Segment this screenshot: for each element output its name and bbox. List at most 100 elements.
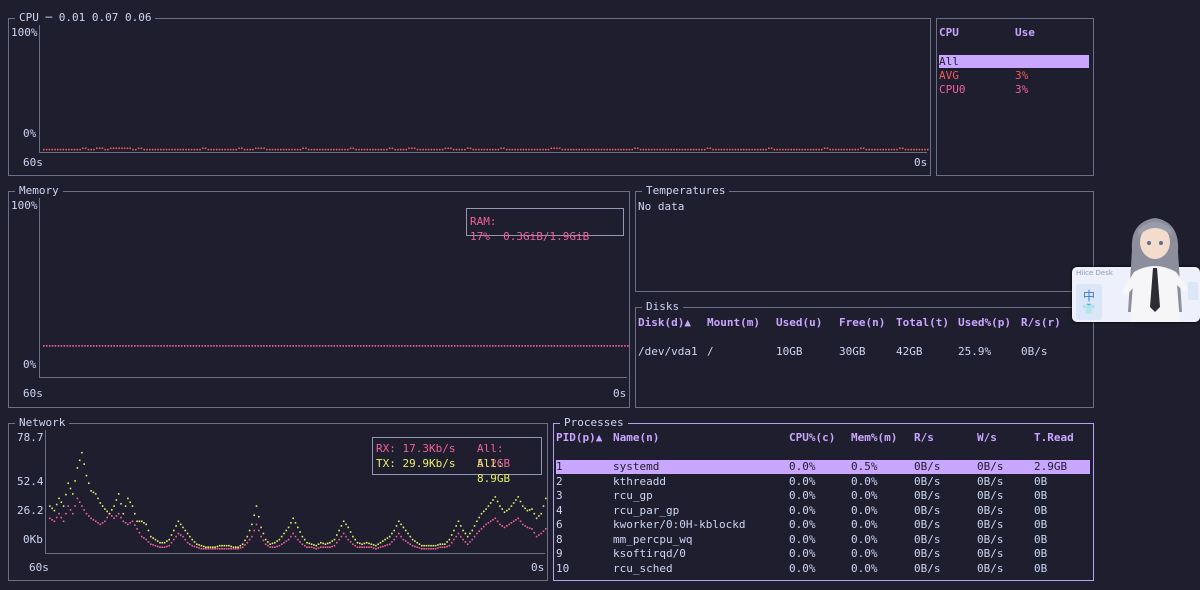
tx-point <box>545 497 547 500</box>
ime-glyph: 中 <box>1082 289 1095 303</box>
tx-point <box>313 544 315 546</box>
cpu-point <box>464 148 466 151</box>
cpu-point <box>712 148 714 151</box>
rx-point <box>104 520 106 523</box>
rx-point <box>365 546 368 548</box>
processes-header-col-4[interactable]: R/s <box>914 431 934 445</box>
rx-point <box>340 535 343 538</box>
cpu-point <box>193 148 196 151</box>
process-cell-mem: 0.5% <box>851 460 878 473</box>
cpu-point <box>567 148 569 151</box>
processes-header-col-0[interactable]: PID(p)▲ <box>556 431 602 445</box>
cpu-point <box>921 148 923 151</box>
cpu-panel[interactable]: CPU ─ 0.01 0.07 0.06 100% 0% 60s 0s <box>8 11 931 176</box>
disks-panel[interactable]: Disks Disk(d)▲ Mount(m) Used(u) Free(n) … <box>635 300 1094 408</box>
disks-header-free[interactable]: Free(n) <box>839 316 885 330</box>
desktop-mascot-widget[interactable]: Hiice Desk 中 👕 <box>1072 212 1200 322</box>
cpu-row-avg-name[interactable]: AVG <box>939 69 959 83</box>
process-row[interactable]: 9 ksoftirqd/0 0.0% 0.0% 0B/s 0B/s 0B <box>556 547 1090 561</box>
tx-point <box>182 526 184 529</box>
process-row[interactable]: 2 kthreadd 0.0% 0.0% 0B/s 0B/s 0B <box>556 475 1090 489</box>
disks-header-usedpct[interactable]: Used%(p) <box>958 316 1011 330</box>
ram-point <box>292 345 294 347</box>
processes-header-col-1[interactable]: Name(n) <box>613 431 659 445</box>
disks-header-mount[interactable]: Mount(m) <box>707 316 760 330</box>
cpu-point <box>316 148 318 151</box>
cpu-point <box>821 148 823 151</box>
tx-point <box>228 544 230 547</box>
rx-point <box>228 548 230 550</box>
rx-point <box>166 545 168 548</box>
tx-point <box>347 526 350 529</box>
tx-point <box>464 532 467 535</box>
tx-point <box>225 544 228 547</box>
tx-point <box>407 532 409 535</box>
tx-point <box>533 512 536 515</box>
disks-header-used[interactable]: Used(u) <box>776 316 822 330</box>
tx-point <box>501 508 503 510</box>
tx-point <box>177 520 180 523</box>
rx-point <box>372 547 375 549</box>
tx-point <box>508 508 510 510</box>
cpu-row-cpu0-name[interactable]: CPU0 <box>939 83 966 97</box>
memory-x-left: 60s <box>23 387 43 400</box>
temperatures-panel[interactable]: Temperatures No data <box>635 184 1094 292</box>
process-row[interactable]: 3 rcu_gp 0.0% 0.0% 0B/s 0B/s 0B <box>556 489 1090 503</box>
rx-point <box>154 544 157 547</box>
process-cell-ws: 0B/s <box>977 561 1004 575</box>
cpu-point <box>174 148 176 151</box>
disks-header-total[interactable]: Total(t) <box>896 316 949 330</box>
process-row[interactable]: 1 systemd 0.0% 0.5% 0B/s 0B/s 2.9GB <box>556 460 1090 474</box>
process-row[interactable]: 10 rcu_sched 0.0% 0.0% 0B/s 0B/s 0B <box>556 562 1090 576</box>
rx-point <box>163 546 166 548</box>
process-cell-rs: 0B/s <box>914 547 941 560</box>
tx-point <box>97 497 99 500</box>
ime-chinese-button[interactable]: 中 👕 <box>1076 284 1102 320</box>
rx-point <box>124 522 127 524</box>
process-cell-pid: 4 <box>556 503 563 517</box>
memory-panel[interactable]: Memory 100% 0% 60s 0s RAM: 17% 0.3GiB/1.… <box>8 184 630 408</box>
ram-point <box>594 345 597 347</box>
cpu-point <box>737 148 739 151</box>
disk-row-device[interactable]: /dev/vda1 <box>638 345 698 359</box>
ram-point <box>263 345 265 347</box>
tx-point <box>460 525 462 527</box>
cpu-point <box>436 148 438 151</box>
ram-point <box>562 345 564 347</box>
processes-title: Processes <box>560 416 628 430</box>
process-cell-mem: 0.0% <box>851 518 878 531</box>
process-row[interactable]: 8 mm_percpu_wq 0.0% 0.0% 0B/s 0B/s 0B <box>556 533 1090 547</box>
tx-point <box>542 505 545 507</box>
ram-point <box>207 345 209 347</box>
cpu-table-panel[interactable]: CPU Use All AVG 3% CPU0 3% <box>936 18 1094 176</box>
rx-point <box>515 519 517 521</box>
processes-header-col-3[interactable]: Mem%(m) <box>851 431 897 445</box>
processes-header-col-2[interactable]: CPU%(c) <box>789 431 835 445</box>
tx-point <box>489 502 492 504</box>
ram-point <box>512 345 515 347</box>
cpu-point <box>427 148 430 151</box>
disks-header-disk[interactable]: Disk(d)▲ <box>638 316 691 330</box>
rx-point <box>78 501 81 503</box>
disks-header-rs[interactable]: R/s(r) <box>1021 316 1061 330</box>
ram-point <box>269 345 271 347</box>
cpu-point <box>458 148 461 151</box>
process-row[interactable]: 4 rcu_par_gp 0.0% 0.0% 0B/s 0B/s 0B <box>556 504 1090 518</box>
ram-point <box>550 345 553 347</box>
tx-point <box>239 544 242 547</box>
cpu-table-header-use[interactable]: Use <box>1015 26 1035 40</box>
processes-panel[interactable]: Processes PID(p)▲ Name(n) CPU%(c) Mem%(m) R/… <box>553 416 1094 581</box>
tx-point <box>51 507 53 510</box>
process-cell-mem: 0.0% <box>851 561 878 575</box>
processes-header-col-5[interactable]: W/s <box>977 431 997 445</box>
cpu-table-header-cpu[interactable]: CPU <box>939 26 959 40</box>
network-panel[interactable]: Network 78.7 52.4 26.2 0Kb 60s 0s RX: 17… <box>8 416 548 581</box>
processes-header-col-6[interactable]: T.Read <box>1034 431 1074 445</box>
tx-point <box>170 534 173 536</box>
cpu-point <box>101 147 104 150</box>
cpu-point <box>352 147 355 150</box>
cpu-row-all[interactable]: All <box>939 55 1089 68</box>
process-cell-tread: 0B <box>1034 561 1048 575</box>
cpu-point <box>851 148 854 151</box>
process-row[interactable]: 6 kworker/0:0H-kblockd 0.0% 0.0% 0B/s 0B/s 0B <box>556 518 1090 532</box>
